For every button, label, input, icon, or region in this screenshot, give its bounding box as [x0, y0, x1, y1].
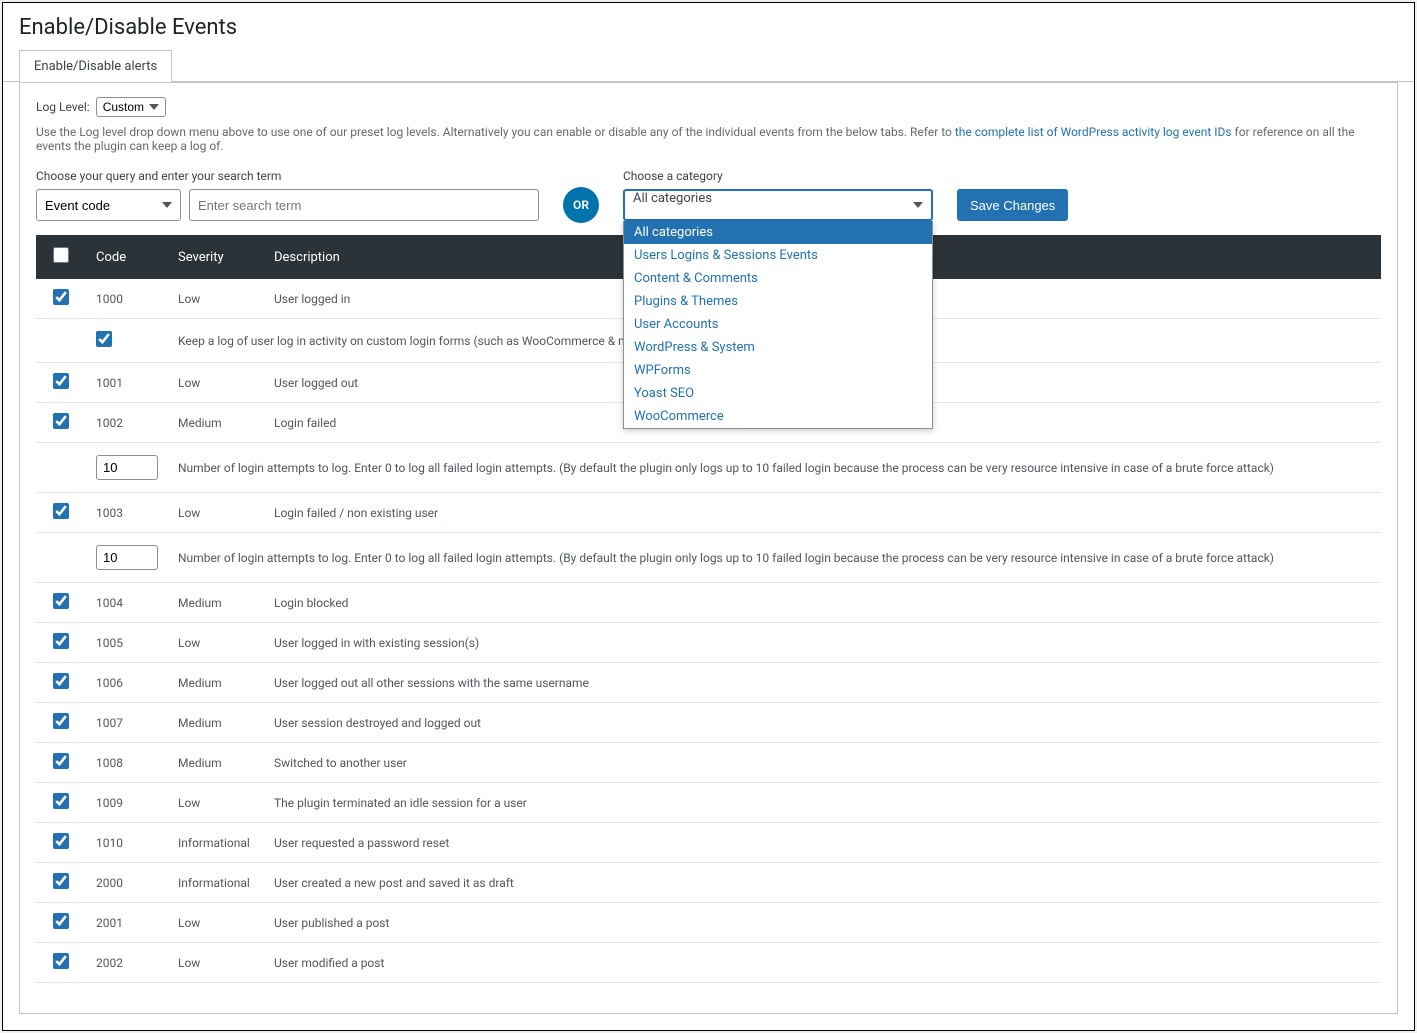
row-sub-checkbox[interactable]: [96, 331, 112, 347]
header-severity: Severity: [168, 235, 264, 279]
row-description: User modified a post: [264, 943, 1381, 983]
log-level-select[interactable]: Custom: [96, 97, 166, 117]
log-level-label: Log Level:: [36, 100, 90, 114]
category-option[interactable]: WordPress & System: [624, 336, 932, 359]
table-row: 1010InformationalUser requested a passwo…: [36, 823, 1381, 863]
row-description: Login failed / non existing user: [264, 493, 1381, 533]
row-description: Switched to another user: [264, 743, 1381, 783]
row-severity: Medium: [168, 663, 264, 703]
row-checkbox[interactable]: [53, 913, 69, 929]
event-ids-link[interactable]: the complete list of WordPress activity …: [955, 125, 1232, 139]
attempts-input[interactable]: [96, 545, 158, 570]
category-option[interactable]: User Accounts: [624, 313, 932, 336]
row-severity: Informational: [168, 863, 264, 903]
event-code-select[interactable]: Event code: [36, 189, 181, 221]
row-description: User requested a password reset: [264, 823, 1381, 863]
row-code: 1006: [86, 663, 168, 703]
category-select[interactable]: All categories: [623, 189, 933, 221]
category-option[interactable]: Yoast SEO: [624, 382, 932, 405]
row-checkbox[interactable]: [53, 793, 69, 809]
row-severity: Low: [168, 783, 264, 823]
row-code: 1001: [86, 363, 168, 403]
row-code: 1007: [86, 703, 168, 743]
row-code: 2002: [86, 943, 168, 983]
row-code: 2000: [86, 863, 168, 903]
row-severity: Low: [168, 943, 264, 983]
row-checkbox[interactable]: [53, 289, 69, 305]
help-text: Use the Log level drop down menu above t…: [36, 125, 1381, 153]
row-checkbox[interactable]: [53, 753, 69, 769]
row-description: Number of login attempts to log. Enter 0…: [168, 443, 1381, 493]
row-checkbox[interactable]: [53, 673, 69, 689]
row-checkbox[interactable]: [53, 633, 69, 649]
header-code: Code: [86, 235, 168, 279]
table-row: 1009LowThe plugin terminated an idle ses…: [36, 783, 1381, 823]
table-row: 1003LowLogin failed / non existing user: [36, 493, 1381, 533]
tab-enable-disable-alerts[interactable]: Enable/Disable alerts: [19, 50, 172, 82]
or-badge: OR: [563, 187, 599, 223]
row-description: Login blocked: [264, 583, 1381, 623]
table-row: 2002LowUser modified a post: [36, 943, 1381, 983]
row-severity: Low: [168, 279, 264, 319]
row-checkbox[interactable]: [53, 713, 69, 729]
row-severity: Informational: [168, 823, 264, 863]
search-term-input[interactable]: [189, 189, 539, 221]
row-severity: Low: [168, 493, 264, 533]
category-option[interactable]: WooCommerce: [624, 405, 932, 428]
row-checkbox[interactable]: [53, 873, 69, 889]
table-row: 1006MediumUser logged out all other sess…: [36, 663, 1381, 703]
row-description: User logged out all other sessions with …: [264, 663, 1381, 703]
row-code: 1003: [86, 493, 168, 533]
category-option[interactable]: All categories: [624, 221, 932, 244]
table-row: 2000InformationalUser created a new post…: [36, 863, 1381, 903]
row-checkbox[interactable]: [53, 953, 69, 969]
row-checkbox[interactable]: [53, 413, 69, 429]
page-title: Enable/Disable Events: [3, 3, 1414, 50]
category-dropdown: All categoriesUsers Logins & Sessions Ev…: [623, 221, 933, 429]
table-row: 1008MediumSwitched to another user: [36, 743, 1381, 783]
row-checkbox[interactable]: [53, 593, 69, 609]
row-checkbox[interactable]: [53, 833, 69, 849]
row-checkbox[interactable]: [53, 503, 69, 519]
row-code: 1010: [86, 823, 168, 863]
table-row: Number of login attempts to log. Enter 0…: [36, 443, 1381, 493]
row-severity: Medium: [168, 583, 264, 623]
table-row: 2001LowUser published a post: [36, 903, 1381, 943]
row-code: 1008: [86, 743, 168, 783]
table-row: 1005LowUser logged in with existing sess…: [36, 623, 1381, 663]
row-code: 2001: [86, 903, 168, 943]
row-description: User published a post: [264, 903, 1381, 943]
select-all-checkbox[interactable]: [53, 247, 69, 263]
row-code: 1002: [86, 403, 168, 443]
attempts-input[interactable]: [96, 455, 158, 480]
table-row: 1004MediumLogin blocked: [36, 583, 1381, 623]
row-severity: Medium: [168, 743, 264, 783]
row-code: 1005: [86, 623, 168, 663]
category-label: Choose a category: [623, 169, 933, 183]
row-code: 1004: [86, 583, 168, 623]
row-severity: Medium: [168, 403, 264, 443]
table-row: 1007MediumUser session destroyed and log…: [36, 703, 1381, 743]
row-severity: Low: [168, 623, 264, 663]
save-changes-button[interactable]: Save Changes: [957, 189, 1068, 221]
row-severity: Low: [168, 363, 264, 403]
category-option[interactable]: Plugins & Themes: [624, 290, 932, 313]
row-description: User created a new post and saved it as …: [264, 863, 1381, 903]
category-option[interactable]: Content & Comments: [624, 267, 932, 290]
row-description: The plugin terminated an idle session fo…: [264, 783, 1381, 823]
category-option[interactable]: Users Logins & Sessions Events: [624, 244, 932, 267]
row-code: 1000: [86, 279, 168, 319]
row-description: User session destroyed and logged out: [264, 703, 1381, 743]
row-description: Number of login attempts to log. Enter 0…: [168, 533, 1381, 583]
row-severity: Low: [168, 903, 264, 943]
table-row: Number of login attempts to log. Enter 0…: [36, 533, 1381, 583]
category-option[interactable]: WPForms: [624, 359, 932, 382]
row-description: User logged in with existing session(s): [264, 623, 1381, 663]
row-code: 1009: [86, 783, 168, 823]
row-severity: Medium: [168, 703, 264, 743]
query-label: Choose your query and enter your search …: [36, 169, 539, 183]
row-checkbox[interactable]: [53, 373, 69, 389]
